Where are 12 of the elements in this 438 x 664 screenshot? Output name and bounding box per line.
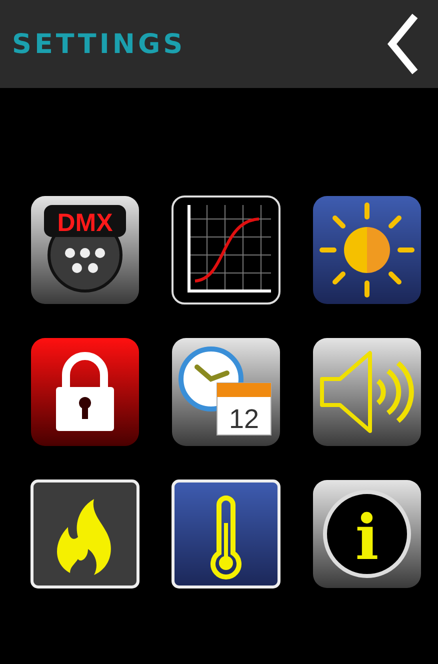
clock-calendar-button[interactable]: 12 bbox=[170, 337, 282, 447]
curve-graph-button[interactable] bbox=[170, 195, 282, 305]
speaker-button[interactable] bbox=[311, 337, 423, 447]
thermometer-button[interactable] bbox=[170, 479, 282, 589]
flame-button[interactable] bbox=[29, 479, 141, 589]
page-title: SETTINGS bbox=[12, 28, 186, 60]
info-button[interactable]: i bbox=[311, 479, 423, 589]
padlock-button[interactable] bbox=[29, 337, 141, 447]
back-button[interactable] bbox=[386, 12, 420, 76]
dmx-connector-button[interactable]: DMX bbox=[29, 195, 141, 305]
chevron-left-icon bbox=[386, 12, 420, 76]
sun-button[interactable] bbox=[311, 195, 423, 305]
